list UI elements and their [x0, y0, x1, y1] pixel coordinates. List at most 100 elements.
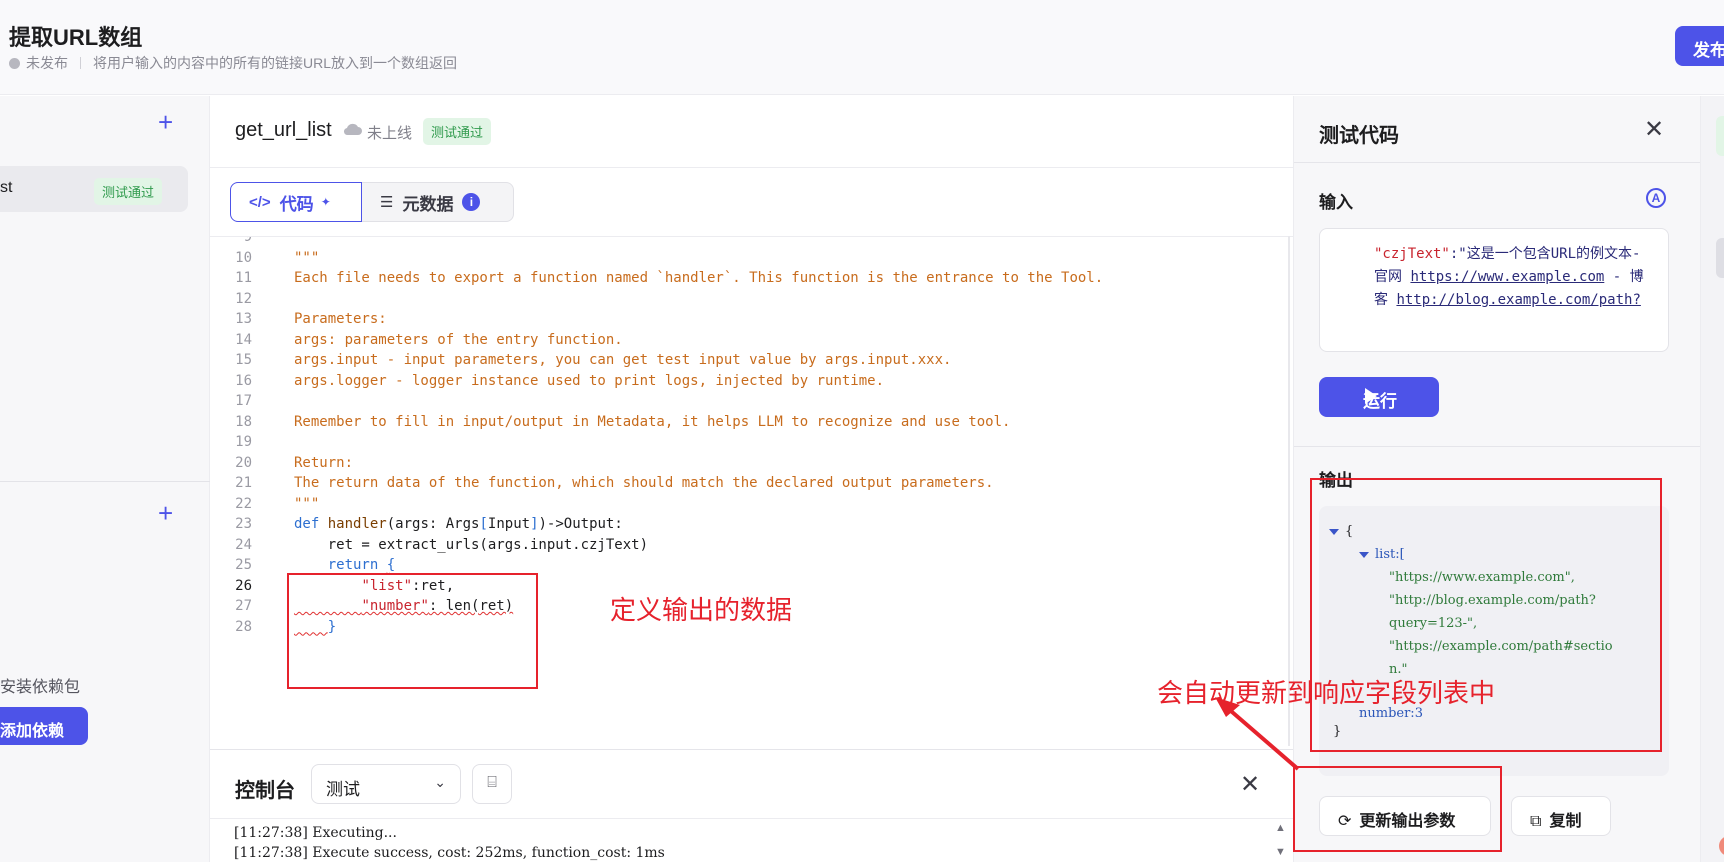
publish-status: 未发布	[26, 55, 68, 71]
console-mode-select[interactable]: 测试 ⌄	[311, 764, 461, 804]
code-line: 10 """	[210, 247, 1293, 269]
copy-icon: ⧉	[1530, 813, 1542, 830]
clear-console-button[interactable]: ⌸	[472, 764, 512, 804]
test-panel-title: 测试代码	[1319, 125, 1399, 147]
copy-button[interactable]: ⧉ 复制	[1511, 796, 1611, 836]
input-json-key: "czjText"	[1374, 246, 1450, 262]
play-icon	[1365, 388, 1377, 404]
line-number: 21	[235, 475, 252, 491]
chevron-down-icon: ⌄	[434, 774, 446, 790]
page-title: 提取URL数组	[9, 25, 143, 50]
code-line: 17	[210, 390, 1293, 412]
code-line: 19	[210, 431, 1293, 453]
code-text: args: parameters of the entry function.	[294, 331, 623, 348]
line-number: 28	[235, 618, 252, 635]
divider	[0, 481, 210, 482]
line-number: 27	[235, 598, 252, 614]
line-number: 23	[235, 516, 252, 532]
assistant-avatar[interactable]	[1719, 836, 1724, 856]
left-sidebar: + st 测试通过 + 安装依赖包 添加依赖	[0, 96, 210, 862]
log-line: [11:27:38] Executing...	[234, 825, 397, 841]
tab-code[interactable]: </> 代码 ✦	[230, 182, 362, 222]
cloud-icon	[343, 123, 362, 136]
status-dot-icon	[9, 57, 20, 69]
line-number: 22	[235, 495, 252, 512]
line-number: 15	[235, 352, 252, 368]
line-number: 25	[235, 557, 252, 573]
code-text: The return data of the function, which s…	[294, 475, 994, 491]
output-annotation-box	[1310, 478, 1662, 752]
code-line: 20 Return:	[210, 452, 1293, 474]
input-link[interactable]: http://blog.example.com/path?	[1396, 292, 1640, 308]
status-badge: 测试通过	[94, 178, 163, 205]
line-number: 18	[235, 413, 252, 430]
sliders-icon: ☰	[380, 194, 394, 211]
publish-button[interactable]: 发布	[1675, 26, 1724, 66]
code-line: 12	[210, 288, 1293, 310]
collapsed-chip[interactable]	[1716, 238, 1724, 278]
output-annotation-text: 会自动更新到响应字段列表中	[1157, 678, 1496, 708]
code-line: 14 args: parameters of the entry function…	[210, 329, 1293, 351]
input-label: 输入	[1319, 193, 1353, 212]
add-dependency-button[interactable]: 添加依赖	[0, 707, 88, 745]
divider	[1294, 162, 1701, 163]
code-line: 13 Parameters:	[210, 308, 1293, 330]
code-text: args.logger - logger instance used to pr…	[294, 372, 885, 389]
code-annotation-text: 定义输出的数据	[610, 595, 793, 625]
code-line: 23 def handler(args: Args[Input])->Output…	[210, 513, 1293, 535]
code-text: """	[294, 495, 320, 512]
file-name: get_url_list	[235, 119, 332, 141]
run-button[interactable]: 运行	[1319, 377, 1439, 417]
add-tool-plus-icon[interactable]: +	[158, 109, 173, 135]
sidebar-item-tool[interactable]: st 测试通过	[0, 166, 188, 212]
ai-generate-icon[interactable]: A	[1646, 188, 1666, 208]
test-panel-close-icon[interactable]: ✕	[1644, 115, 1664, 144]
line-number: 12	[235, 290, 252, 307]
code-line: 18 Remember to fill in input/output in Me…	[210, 411, 1293, 433]
line-number: 13	[235, 311, 252, 327]
code-line: 21 The return data of the function, which…	[210, 472, 1293, 494]
console-mode-value: 测试	[326, 780, 360, 799]
code-text: Remember to fill in input/output in Meta…	[294, 413, 1011, 430]
broom-icon: ⌸	[487, 774, 497, 791]
code-line: 24 ret = extract_urls(args.input.czjText…	[210, 534, 1293, 556]
line-number: 19	[235, 434, 252, 450]
info-icon: i	[462, 193, 481, 211]
code-line: 15 args.input - input parameters, you can…	[210, 349, 1293, 371]
console-scrollbar[interactable]: ▲ ▼	[1275, 822, 1286, 858]
line-number: 26	[235, 577, 252, 594]
status-badge: 测试通过	[423, 118, 492, 145]
editor-header: get_url_list 未上线 测试通过	[210, 96, 1293, 168]
code-text: args.input - input parameters, you can g…	[294, 352, 952, 368]
line-number: 17	[235, 393, 252, 409]
code-text: Each file needs to export a function nam…	[294, 270, 1104, 286]
code-text: Parameters:	[294, 311, 387, 327]
input-link[interactable]: https://www.example.com	[1410, 269, 1604, 285]
tab-code-label: 代码	[279, 194, 314, 214]
line-number: 20	[235, 454, 252, 471]
divider	[1294, 446, 1701, 447]
console-panel: 控制台 测试 ⌄ ⌸ ✕ [11:27:38] Executing... [11…	[210, 749, 1293, 862]
line-number: 14	[235, 331, 252, 348]
line-number: 24	[235, 536, 252, 553]
code-text: """	[294, 249, 320, 266]
add-dependency-plus-icon[interactable]: +	[158, 500, 173, 526]
collapsed-chip[interactable]	[1716, 116, 1724, 156]
code-line: 16 args.logger - logger instance used to …	[210, 370, 1293, 392]
tab-metadata[interactable]: ☰ 元数据 i	[362, 182, 514, 222]
log-line: [11:27:38] Execute success, cost: 252ms,…	[234, 845, 665, 861]
console-log-area: [11:27:38] Executing... [11:27:38] Execu…	[210, 818, 1293, 862]
line-number: 11	[235, 270, 252, 286]
line-number: 16	[235, 372, 252, 389]
sparkle-icon: ✦	[320, 195, 331, 209]
code-text: Return:	[294, 454, 354, 471]
code-line: 22 """	[210, 493, 1293, 515]
editor-scrollbar[interactable]	[1288, 236, 1290, 746]
button-annotation-box	[1293, 766, 1502, 852]
code-text: def handler(args: Args[Input])->Output:	[294, 516, 623, 532]
editor-tabs: </> 代码 ✦ ☰ 元数据 i	[230, 182, 514, 222]
test-input-editor[interactable]: "czjText":"这是一个包含URL的例文本- 官网 https://www…	[1319, 228, 1669, 352]
divider	[80, 57, 81, 69]
dependency-hint: 安装依赖包	[0, 679, 81, 696]
code-text: ret = extract_urls(args.input.czjText)	[294, 536, 649, 553]
